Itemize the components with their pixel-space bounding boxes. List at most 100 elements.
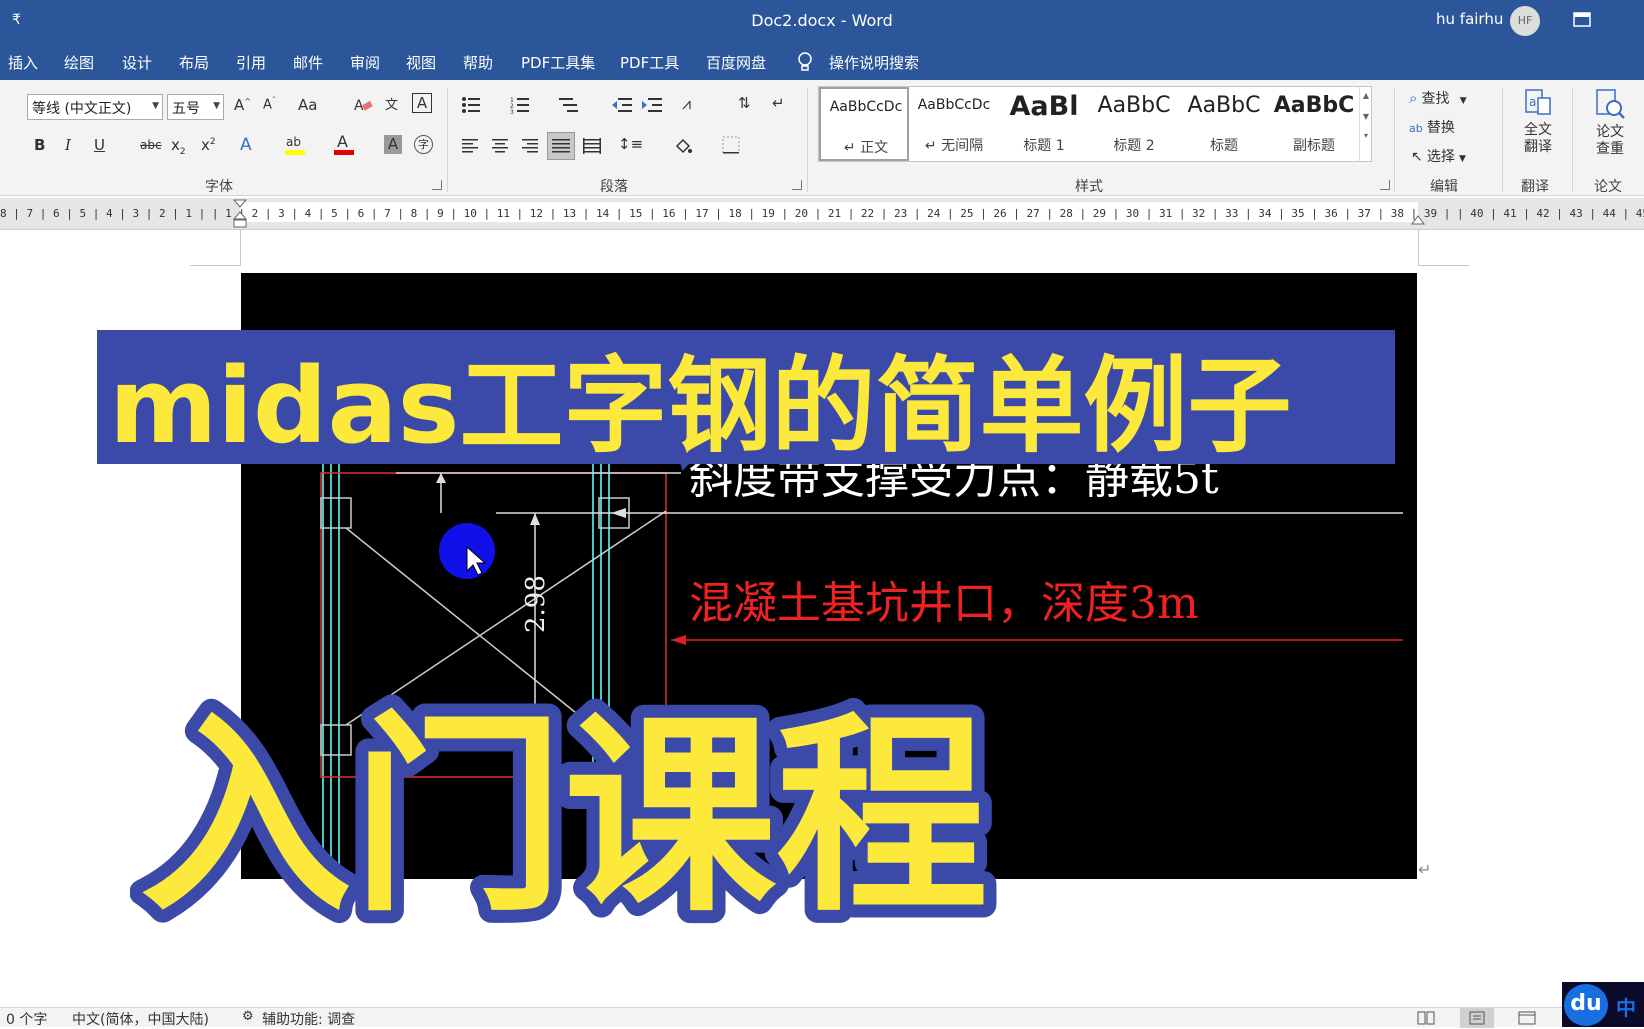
tab-references[interactable]: 引用: [236, 52, 266, 73]
more-styles-icon[interactable]: ▾: [1360, 131, 1372, 140]
chinese-layout-icon[interactable]: ⩘: [682, 94, 691, 114]
shading-icon[interactable]: [673, 136, 693, 156]
borders-icon[interactable]: [722, 136, 740, 154]
underline-icon[interactable]: U: [94, 136, 105, 154]
numbering-icon[interactable]: 1 2 3: [510, 96, 530, 114]
tab-view[interactable]: 视图: [406, 52, 436, 73]
search-icon: ⌕: [1409, 89, 1418, 107]
justify-button[interactable]: [547, 132, 575, 160]
styles-gallery: AaBbCcDc ↵ 正文 AaBbCcDc ↵ 无间隔 AaBl 标题 1 A…: [818, 86, 1372, 162]
shrink-font-icon[interactable]: Aˇ: [263, 96, 276, 112]
change-case-icon[interactable]: Aa: [298, 96, 317, 114]
paragraph-dialog-launcher-icon[interactable]: [792, 180, 802, 190]
style-heading-2[interactable]: AaBbC 标题 2: [1089, 87, 1179, 161]
styles-dialog-launcher-icon[interactable]: [1380, 180, 1390, 190]
margin-corner: [190, 230, 241, 266]
chevron-up-icon[interactable]: ▲: [1360, 91, 1372, 100]
tab-design[interactable]: 设计: [122, 52, 152, 73]
web-layout-icon[interactable]: [1518, 1011, 1536, 1025]
phonetic-guide-icon[interactable]: 文: [385, 94, 398, 113]
style-no-spacing[interactable]: AaBbCcDc ↵ 无间隔: [909, 87, 999, 161]
font-size-value: 五号: [172, 101, 200, 117]
select-button[interactable]: ↖ 选择 ▼: [1411, 146, 1466, 166]
style-name: 标题: [1210, 138, 1238, 154]
full-translate-button[interactable]: a 全文 翻译: [1514, 88, 1562, 168]
style-name: ↵ 无间隔: [924, 138, 984, 154]
show-marks-icon[interactable]: ↵: [772, 94, 785, 112]
align-left-icon[interactable]: [462, 138, 480, 154]
accessibility-icon: ⚙: [242, 1009, 254, 1024]
accessibility-status[interactable]: 辅助功能: 调查: [262, 1009, 355, 1029]
tab-insert[interactable]: 插入: [8, 52, 38, 73]
ime-mode: 中: [1616, 996, 1636, 1020]
font-color-icon[interactable]: A: [333, 132, 355, 156]
font-name-combo[interactable]: 等线 (中文正文) ▼: [27, 94, 163, 120]
ribbon-display-options-icon[interactable]: [1572, 10, 1592, 30]
style-normal[interactable]: AaBbCcDc ↵ 正文: [819, 87, 909, 161]
highlight-icon[interactable]: ab: [284, 132, 306, 156]
full-translate-label: 全文 翻译: [1524, 122, 1552, 155]
enclose-characters-icon[interactable]: 字: [414, 135, 433, 154]
ime-badge[interactable]: du 中: [1562, 982, 1644, 1027]
sort-icon[interactable]: ⇅: [738, 94, 751, 112]
style-heading-1[interactable]: AaBl 标题 1: [999, 87, 1089, 161]
group-paper-label: 论文: [1594, 179, 1622, 195]
tab-pdf-tools[interactable]: PDF工具: [620, 52, 679, 73]
style-title[interactable]: AaBbC 标题: [1179, 87, 1269, 161]
avatar[interactable]: HF: [1510, 6, 1540, 36]
user-name[interactable]: hu fairhu: [1436, 10, 1503, 28]
multilevel-list-icon[interactable]: [559, 96, 579, 114]
bold-icon[interactable]: B: [34, 136, 45, 154]
svg-text:3: 3: [510, 109, 514, 114]
group-separator: [1394, 88, 1395, 192]
clear-formatting-icon[interactable]: A: [354, 96, 374, 114]
align-right-icon[interactable]: [522, 138, 540, 154]
increase-indent-icon[interactable]: [642, 96, 662, 114]
text-effects-icon[interactable]: A: [240, 135, 252, 155]
tell-me-search[interactable]: 操作说明搜索: [829, 52, 919, 73]
tab-baidu-netdisk[interactable]: 百度网盘: [706, 52, 766, 73]
group-separator: [1572, 88, 1573, 192]
tab-review[interactable]: 审阅: [350, 52, 380, 73]
tab-help[interactable]: 帮助: [463, 52, 493, 73]
line-spacing-icon[interactable]: ↕≡: [618, 135, 643, 153]
grow-font-icon[interactable]: A^: [234, 96, 251, 114]
word-count[interactable]: 0 个字: [6, 1009, 47, 1029]
distributed-icon[interactable]: [583, 138, 601, 154]
horizontal-ruler[interactable]: 8 | 7 | 6 | 5 | 4 | 3 | 2 | 1 | | 1 | 2 …: [0, 198, 1644, 230]
replace-label: 替换: [1426, 120, 1455, 136]
character-border-icon[interactable]: A: [412, 93, 432, 113]
italic-icon[interactable]: I: [65, 136, 71, 154]
styles-scroll[interactable]: ▲ ▼ ▾: [1359, 87, 1372, 161]
find-button[interactable]: ⌕ 查找 ▼: [1409, 88, 1467, 108]
paper-check-button[interactable]: 论文 查重: [1584, 88, 1636, 168]
translate-icon: a: [1525, 89, 1551, 115]
title-bar: ₹ Doc2.docx - Word hu fairhu HF: [0, 0, 1644, 44]
window-title: Doc2.docx - Word: [751, 11, 893, 30]
read-mode-icon[interactable]: [1417, 1011, 1435, 1025]
font-size-combo[interactable]: 五号 ▼: [167, 94, 224, 120]
font-name-value: 等线 (中文正文): [32, 101, 132, 117]
font-dialog-launcher-icon[interactable]: [432, 180, 442, 190]
style-subtitle[interactable]: AaBbC 副标题: [1269, 87, 1359, 161]
chevron-down-icon[interactable]: ▼: [1360, 112, 1372, 121]
bullets-icon[interactable]: [461, 96, 481, 114]
subscript-icon[interactable]: x2: [171, 136, 186, 157]
tab-draw[interactable]: 绘图: [64, 52, 94, 73]
language-status[interactable]: 中文(简体，中国大陆): [72, 1009, 209, 1029]
right-indent-marker-icon[interactable]: [1411, 210, 1425, 226]
character-shading-icon[interactable]: A: [384, 135, 402, 154]
tab-mailings[interactable]: 邮件: [293, 52, 323, 73]
print-layout-button[interactable]: [1460, 1008, 1494, 1028]
strikethrough-icon[interactable]: abc: [140, 138, 162, 152]
superscript-icon[interactable]: x2: [201, 136, 216, 154]
align-center-icon[interactable]: [492, 138, 510, 154]
margin-corner: [1418, 230, 1469, 266]
replace-button[interactable]: ab 替换: [1409, 117, 1455, 137]
decrease-indent-icon[interactable]: [612, 96, 632, 114]
tab-layout[interactable]: 布局: [179, 52, 209, 73]
replace-icon: ab: [1409, 122, 1423, 135]
select-label: 选择: [1426, 149, 1455, 165]
indent-marker-icon[interactable]: [233, 198, 247, 230]
tab-pdf-toolset[interactable]: PDF工具集: [521, 52, 595, 73]
